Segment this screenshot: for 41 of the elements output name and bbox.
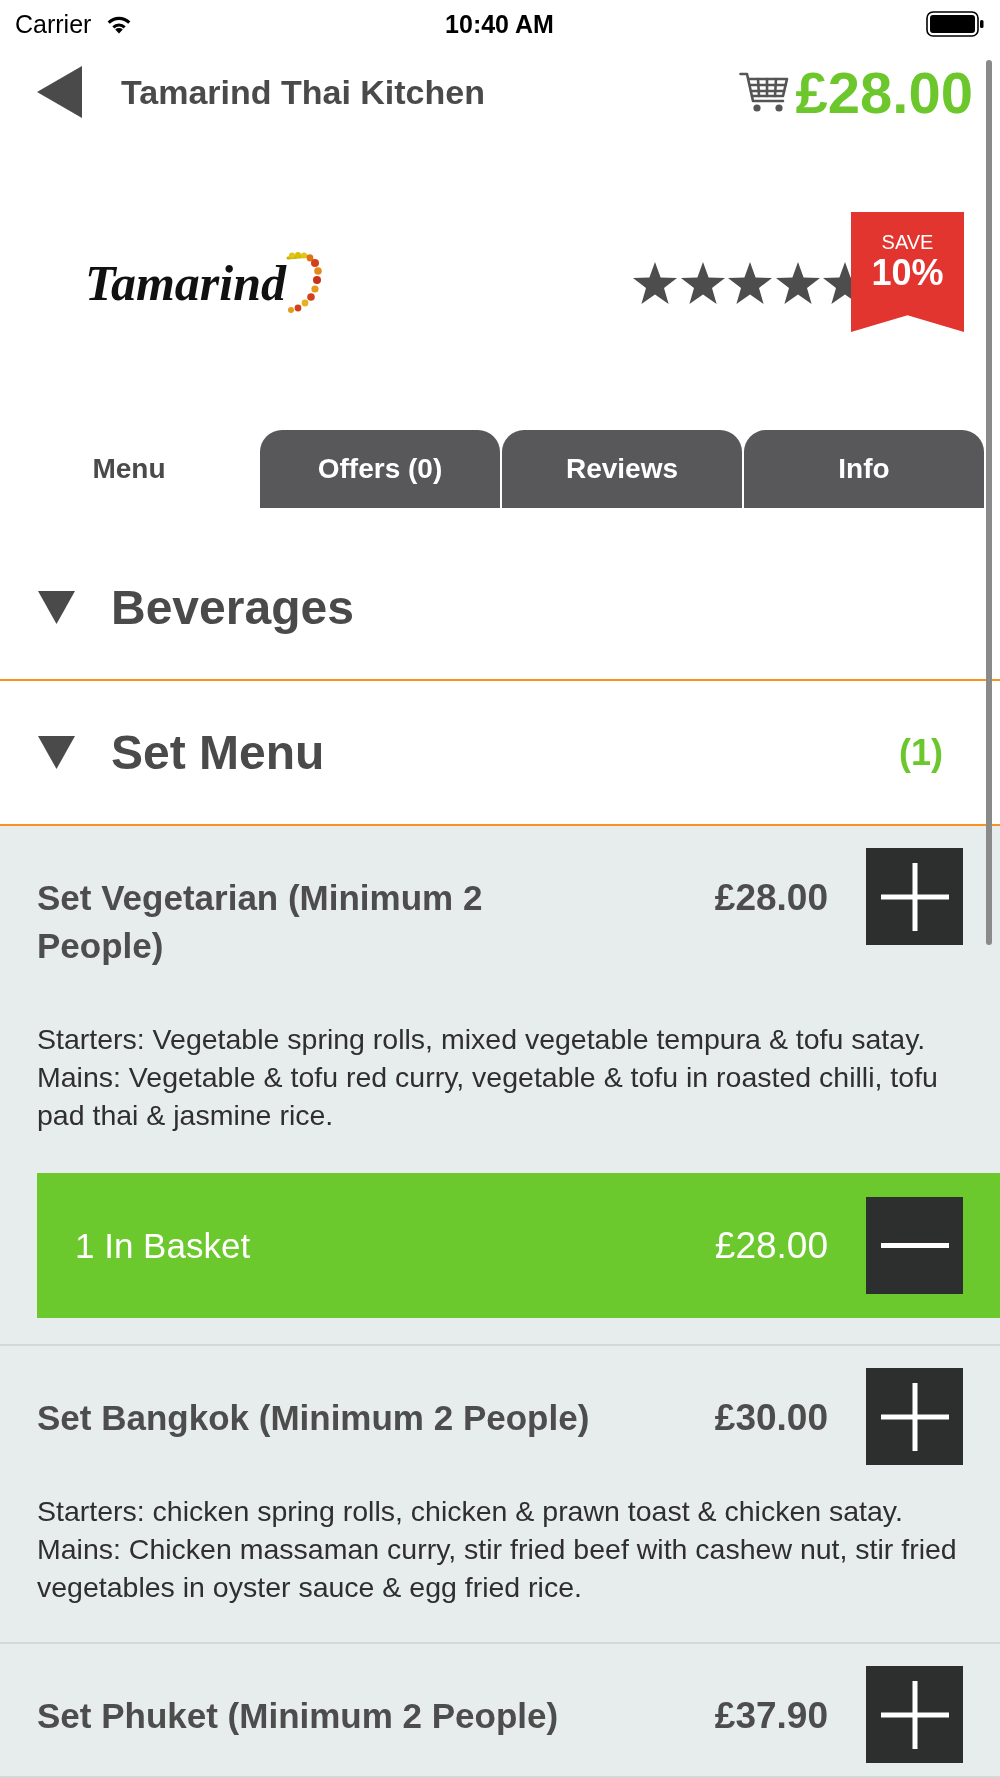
tab[interactable]: Offers (0) (260, 430, 500, 508)
category-title[interactable]: Beverages (111, 580, 354, 635)
plus-icon (880, 1382, 949, 1451)
item-price: £37.90 (713, 1694, 828, 1738)
star-icon (727, 261, 773, 305)
add-button[interactable] (866, 848, 963, 945)
minus-icon (880, 1243, 949, 1248)
restaurant-title: Tamarind Thai Kitchen (121, 72, 486, 112)
discount-value: 10% (871, 254, 944, 292)
plus-icon (880, 862, 949, 931)
add-button[interactable] (866, 1368, 963, 1465)
plus-icon (880, 1680, 949, 1749)
clock-time: 10:40 AM (445, 9, 554, 39)
item-name: Set Phuket (Minimum 2 People) (37, 1695, 560, 1737)
item-price: £28.00 (713, 876, 828, 920)
item-name: Set Vegetarian (Minimum 2 People) (37, 877, 484, 967)
cart-icon[interactable] (738, 71, 789, 113)
item-name: Set Bangkok (Minimum 2 People) (37, 1397, 591, 1439)
carrier-name: Carrier (15, 9, 92, 39)
caret-icon[interactable] (38, 736, 75, 769)
tab[interactable]: Info (744, 430, 984, 508)
category-title[interactable]: Set Menu (111, 725, 325, 780)
star-icon (679, 261, 726, 305)
logo-text: Tamarind (85, 254, 286, 312)
add-button[interactable] (866, 1666, 963, 1763)
star-icon (632, 261, 678, 305)
item-description: Starters: chicken spring rolls, chicken & prawn toast & chicken satay. Mains: Chicken massaman curry, stir fried beef with cashew nut, stir fried vegetables in oyster sauce & egg fried rice. (37, 1494, 958, 1605)
category-count: (1) (899, 731, 943, 774)
discount-label: SAVE (881, 230, 934, 254)
battery-icon (926, 11, 984, 37)
item-description: Starters: Vegetable spring rolls, mixed vegetable tempura & tofu satay. Mains: Vegetable & tofu red curry, vegetable & tofu in roasted chilli, tofu pad thai & jasmine rice. (37, 1022, 939, 1133)
remove-button[interactable] (866, 1197, 963, 1294)
basket-total: £28.00 (795, 58, 973, 126)
basket-quantity: 1 In Basket (75, 1225, 252, 1266)
wifi-icon (107, 14, 132, 34)
basket-price: £28.00 (713, 1224, 828, 1267)
item-price: £30.00 (713, 1396, 828, 1440)
caret-icon[interactable] (38, 591, 75, 624)
tab[interactable]: Reviews (502, 430, 742, 508)
back-icon[interactable] (37, 66, 82, 118)
blossom-icon (286, 252, 322, 314)
